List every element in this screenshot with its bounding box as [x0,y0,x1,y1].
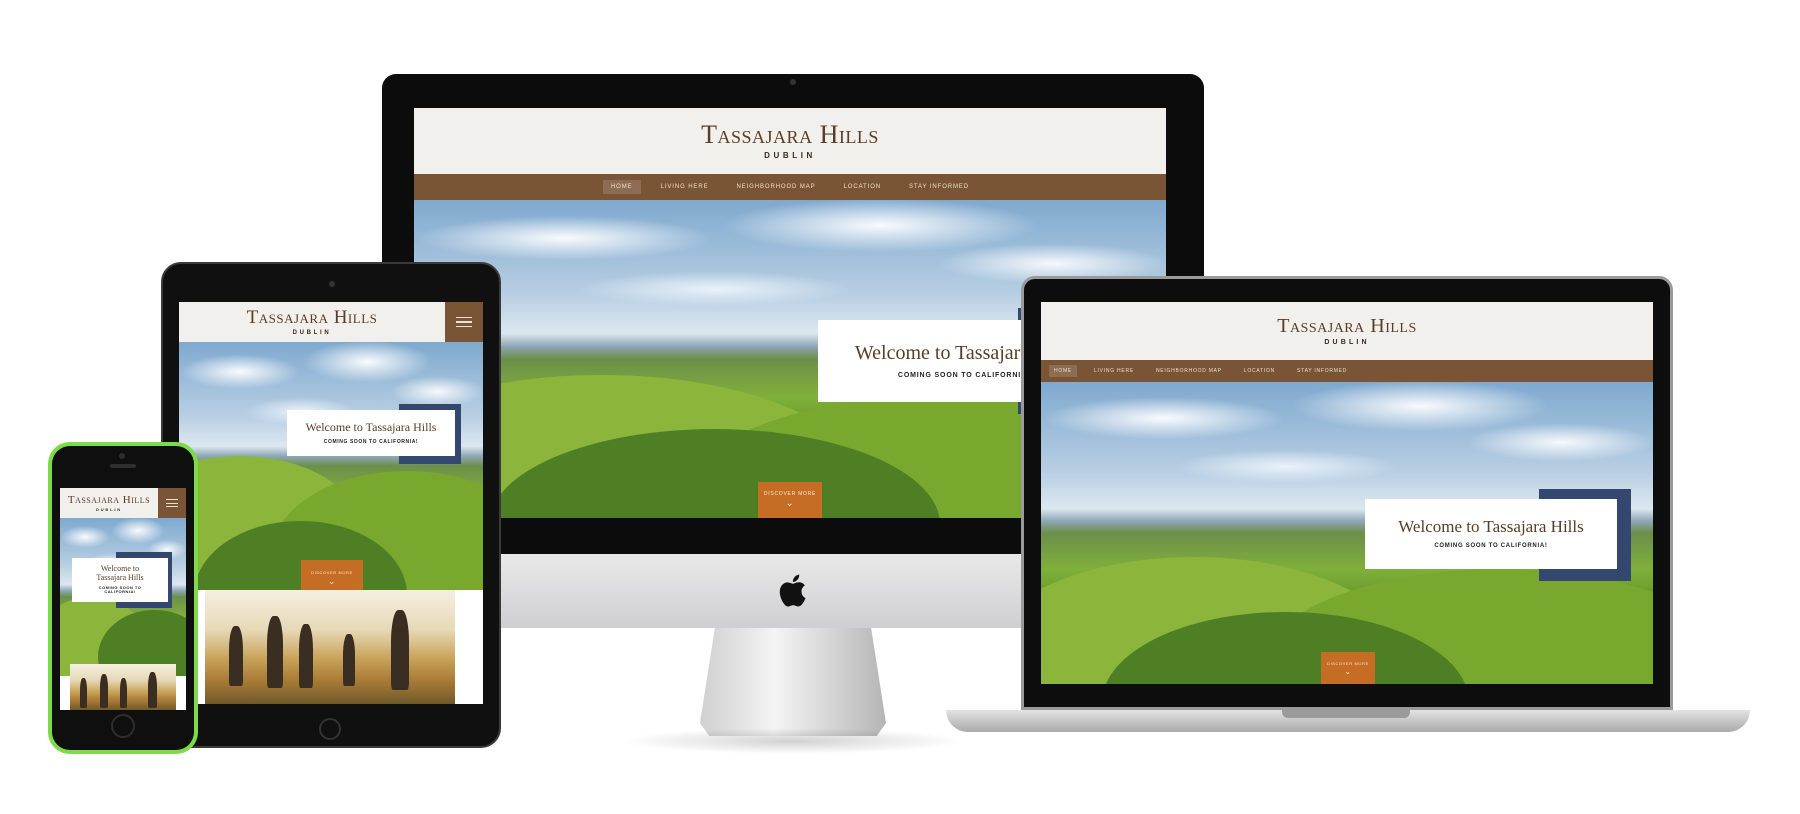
tablet-device: Tassajara Hills DUBLIN Welcome to Tassaj… [161,262,501,748]
site-logo-subtitle: DUBLIN [1324,339,1370,346]
phone-speaker [110,464,136,468]
welcome-title-line2: Tassajara Hills [96,572,144,582]
site-header: Tassajara Hills DUBLIN [179,302,445,342]
menu-button[interactable] [158,488,186,518]
nav-stay-informed[interactable]: STAY INFORMED [1292,365,1352,377]
discover-more-label: DISCOVER MORE [311,570,353,575]
menu-button[interactable] [445,302,483,342]
laptop-screen: Tassajara Hills DUBLIN HOME LIVING HERE … [1041,302,1653,684]
hamburger-menu-icon [166,499,178,507]
site-logo-subtitle: DUBLIN [292,330,332,336]
welcome-card: Welcome to Tassajara Hills COMING SOON T… [287,404,463,466]
welcome-title: Welcome to Tassajara Hills [1398,516,1584,536]
welcome-card: Welcome to Tassajara Hills COMING SOON T… [72,552,176,612]
chevron-down-icon: ⌄ [327,576,337,586]
site-logo-title[interactable]: Tassajara Hills [68,494,150,506]
nav-home[interactable]: HOME [1049,365,1077,377]
family-photo [70,664,176,710]
nav-location[interactable]: LOCATION [1239,365,1280,377]
site-header: Tassajara Hills DUBLIN [60,488,158,518]
laptop-notch [1282,710,1410,718]
site-logo-title[interactable]: Tassajara Hills [1277,316,1417,336]
site-logo-subtitle: DUBLIN [96,506,122,512]
discover-more-button[interactable]: DISCOVER MORE ⌄ [1321,652,1375,684]
family-photo [205,590,455,704]
welcome-title: Welcome to Tassajara Hills [305,419,437,434]
phone-home-button[interactable] [111,714,135,738]
discover-more-label: DISCOVER MORE [1327,660,1369,666]
hero-landscape [179,342,483,590]
site-header: Tassajara Hills DUBLIN [1041,302,1653,360]
site-logo-title[interactable]: Tassajara Hills [247,308,378,327]
phone-camera [119,453,125,459]
tablet-camera [329,281,335,287]
chevron-down-icon: ⌄ [1344,666,1352,676]
tablet-screen: Tassajara Hills DUBLIN Welcome to Tassaj… [179,302,483,704]
nav-living-here[interactable]: LIVING HERE [1089,365,1139,377]
phone-device: Tassajara Hills DUBLIN Welcome to Tassaj… [48,442,198,754]
welcome-subtitle: COMING SOON TO CALIFORNIA! [323,439,419,446]
hamburger-menu-icon [456,317,472,327]
phone-screen: Tassajara Hills DUBLIN Welcome to Tassaj… [60,488,186,710]
welcome-subtitle-line2: CALIFORNIA! [104,589,136,595]
welcome-subtitle: COMING SOON TO CALIFORNIA! [1434,543,1548,550]
nav-neighborhood-map[interactable]: NEIGHBORHOOD MAP [1151,365,1227,377]
main-nav: HOME LIVING HERE NEIGHBORHOOD MAP LOCATI… [1041,360,1653,382]
tablet-home-button[interactable] [319,718,341,740]
welcome-card: Welcome to Tassajara Hills COMING SOON T… [1365,489,1635,583]
